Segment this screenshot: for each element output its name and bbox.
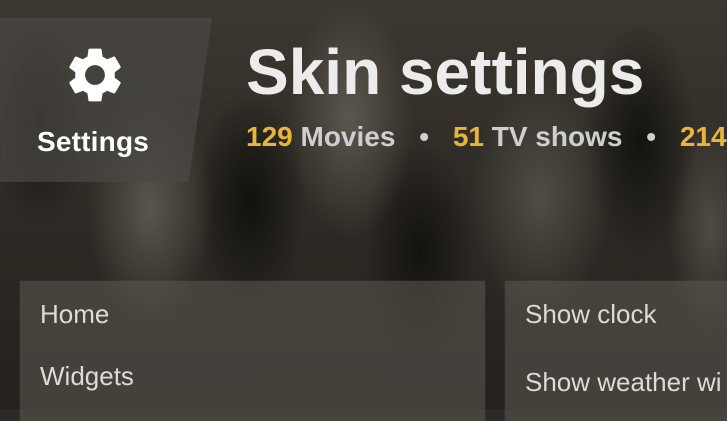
page-title: Skin settings	[246, 36, 645, 108]
gear-icon	[69, 48, 121, 102]
settings-category-list: Home Widgets	[20, 281, 485, 421]
stats-separator: •	[419, 121, 430, 152]
extra-count: 214	[679, 121, 727, 152]
movies-count: 129	[246, 121, 293, 152]
option-show-clock[interactable]: Show clock	[525, 299, 657, 330]
settings-label: Settings	[36, 126, 150, 157]
tvshows-label: TV shows	[491, 121, 623, 152]
movies-label: Movies	[300, 121, 396, 152]
menu-item-widgets[interactable]: Widgets	[40, 361, 134, 392]
menu-item-home[interactable]: Home	[40, 299, 109, 330]
library-stats: 129 Movies • 51 TV shows • 214	[246, 121, 727, 153]
settings-section-tile[interactable]: Settings	[0, 18, 212, 182]
stats-separator: •	[646, 121, 657, 152]
settings-options-list: Show clock Show weather wi	[505, 281, 727, 421]
tvshows-count: 51	[452, 121, 484, 152]
option-show-weather[interactable]: Show weather wi	[525, 367, 722, 398]
